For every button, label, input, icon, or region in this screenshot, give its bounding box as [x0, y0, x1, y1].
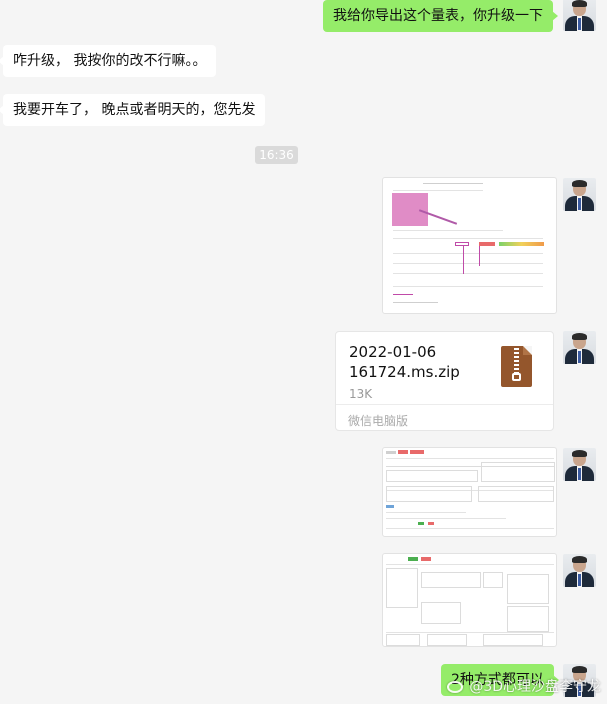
- file-size: 13K: [349, 387, 373, 401]
- my-avatar[interactable]: [563, 0, 596, 31]
- weibo-watermark: @3D心理沙盘李守龙: [446, 676, 601, 696]
- file-source-label: 微信电脑版: [348, 414, 409, 428]
- message-text: 咋升级， 我按你的改不行嘛。。: [13, 53, 207, 69]
- sent-message-bubble[interactable]: 我给你导出这个量表，你升级一下: [323, 0, 558, 32]
- sent-image-thumbnail[interactable]: [382, 177, 557, 314]
- my-avatar[interactable]: [563, 331, 596, 364]
- message-text: 我要开车了， 晚点或者明天的，您先发: [13, 102, 256, 118]
- file-message-card[interactable]: 2022-01-06 161724.ms.zip 13K 微信电脑版: [335, 331, 554, 431]
- my-avatar[interactable]: [563, 178, 596, 211]
- file-name: 2022-01-06 161724.ms.zip: [349, 343, 460, 381]
- chat-timestamp: 16:36: [255, 146, 298, 164]
- message-text: 我给你导出这个量表，你升级一下: [333, 8, 543, 24]
- zip-file-icon: [501, 346, 532, 387]
- sent-image-thumbnail[interactable]: [382, 447, 557, 537]
- weibo-icon: [446, 681, 463, 693]
- my-avatar[interactable]: [563, 448, 596, 481]
- my-avatar[interactable]: [563, 554, 596, 587]
- received-message-bubble[interactable]: 咋升级， 我按你的改不行嘛。。: [0, 45, 217, 77]
- received-message-bubble[interactable]: 我要开车了， 晚点或者明天的，您先发: [0, 94, 266, 126]
- sent-image-thumbnail[interactable]: [382, 553, 557, 647]
